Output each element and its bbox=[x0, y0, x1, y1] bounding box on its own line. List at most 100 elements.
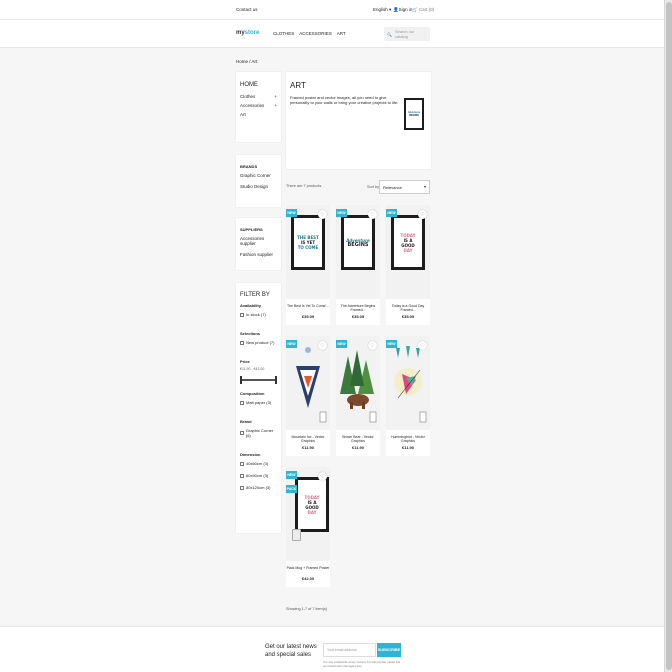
product-image[interactable] bbox=[336, 336, 380, 430]
product-name[interactable]: Today is a Good Day Framed... bbox=[386, 304, 430, 312]
poster-frame: THE BEST IS YET TO COME bbox=[291, 215, 325, 270]
product-name[interactable]: Pack Mug + Framed Poster bbox=[286, 566, 330, 570]
category-description: Framed poster and vector images, all you… bbox=[290, 95, 399, 105]
wishlist-heart-icon[interactable]: ♡ bbox=[318, 472, 327, 481]
product-image[interactable]: TODAY IS A GOOD DAY bbox=[386, 205, 430, 299]
newsletter-block: Get our latest news and special sales Yo… bbox=[0, 626, 664, 672]
product-card[interactable]: Adventure BEGINS NEW ♡ The Adventure Begi… bbox=[336, 205, 380, 325]
sort-dropdown[interactable]: Relevance ▾ bbox=[379, 180, 430, 194]
product-image[interactable] bbox=[386, 336, 430, 430]
search-input[interactable]: 🔍 Search our catalog bbox=[384, 27, 430, 41]
filter-option[interactable]: 60x90cm (3) bbox=[240, 473, 277, 478]
brands-block: BRANDS Graphic Corner Studio Design bbox=[236, 155, 281, 207]
product-card[interactable]: NEW ♡ Brown Bear - Vector Graphics €11.9… bbox=[336, 336, 380, 456]
product-card[interactable]: THE BEST IS YET TO COME NEW ♡ The Best Is … bbox=[286, 205, 330, 325]
expand-icon[interactable]: + bbox=[274, 94, 277, 99]
product-price: €42.00 bbox=[301, 576, 315, 581]
newsletter-title: Get our latest news and special sales bbox=[265, 644, 317, 658]
filter-option[interactable]: New product (7) bbox=[240, 340, 277, 345]
product-image[interactable]: Adventure BEGINS bbox=[336, 205, 380, 299]
brand-item[interactable]: Studio Design bbox=[240, 184, 277, 189]
category-item-accessories[interactable]: Accessories + bbox=[240, 103, 277, 108]
sign-in-link[interactable]: 👤Sign in bbox=[393, 7, 412, 13]
cart-link[interactable]: 🛒 Cart (0) bbox=[412, 7, 434, 13]
filter-block: FILTER BY Availability In stock (7) Sele… bbox=[236, 283, 281, 533]
menu-item-clothes[interactable]: CLOTHES bbox=[273, 31, 294, 36]
product-card[interactable]: TODAY IS A GOOD DAY NEW ♡ Today is a Good D… bbox=[386, 205, 430, 325]
bear-illustration bbox=[340, 350, 377, 423]
filter-label: Availability bbox=[240, 303, 261, 308]
subscribe-button[interactable]: SUBSCRIBE bbox=[377, 643, 401, 657]
checkbox[interactable] bbox=[240, 400, 244, 405]
store-logo[interactable]: mystore bbox=[236, 30, 259, 36]
main-header: mystore CLOTHES ACCESSORIES ART 🔍 Search… bbox=[0, 20, 664, 48]
product-price: €11.90 bbox=[351, 445, 364, 450]
product-name[interactable]: Hummingbird - Vector Graphics bbox=[386, 435, 430, 443]
mug-image bbox=[292, 529, 301, 541]
product-image[interactable]: TODAY IS A GOOD DAY bbox=[286, 467, 330, 561]
new-badge: NEW bbox=[386, 209, 397, 217]
filter-option[interactable]: Matt paper (3) bbox=[240, 400, 277, 405]
search-placeholder: Search our catalog bbox=[394, 29, 415, 39]
suppliers-title[interactable]: SUPPLIERS bbox=[240, 227, 277, 232]
filter-label: Dimension bbox=[240, 452, 261, 457]
expand-icon[interactable]: + bbox=[274, 103, 277, 108]
product-name[interactable]: Brown Bear - Vector Graphics bbox=[336, 435, 380, 443]
filter-title: FILTER BY bbox=[240, 292, 270, 298]
email-field[interactable]: Your email address bbox=[323, 643, 376, 657]
brands-title[interactable]: BRANDS bbox=[240, 164, 277, 169]
category-item-clothes[interactable]: Clothes + bbox=[240, 94, 277, 99]
product-price: €11.90 bbox=[401, 445, 414, 450]
product-name[interactable]: The Best Is Yet To Come'... bbox=[286, 304, 330, 308]
checkbox[interactable] bbox=[240, 340, 244, 345]
price-range-text: €11.90 - €42.00 bbox=[240, 367, 265, 371]
wishlist-heart-icon[interactable]: ♡ bbox=[318, 210, 327, 219]
category-item-art[interactable]: Art bbox=[240, 112, 277, 117]
language-label: English bbox=[373, 7, 388, 12]
price-label: Price bbox=[240, 359, 250, 364]
supplier-item[interactable]: Accessories supplier bbox=[240, 236, 277, 246]
checkbox[interactable] bbox=[240, 431, 244, 435]
wishlist-heart-icon[interactable]: ♡ bbox=[418, 210, 427, 219]
product-name[interactable]: Mountain fox - Vector Graphics bbox=[286, 435, 330, 443]
scrollbar-thumb[interactable] bbox=[666, 2, 672, 670]
category-title: ART bbox=[290, 81, 306, 90]
product-name[interactable]: The Adventure Begins Framed... bbox=[336, 304, 380, 312]
product-image[interactable]: THE BEST IS YET TO COME bbox=[286, 205, 330, 299]
wishlist-heart-icon[interactable]: ♡ bbox=[418, 341, 427, 350]
slider-handle-min[interactable] bbox=[240, 376, 242, 384]
price-slider[interactable] bbox=[240, 376, 277, 384]
poster-frame: Adventure BEGINS bbox=[341, 215, 375, 270]
filter-option[interactable]: In stock (7) bbox=[240, 312, 277, 317]
product-card[interactable]: NEW ♡ Mountain fox - Vector Graphics €11… bbox=[286, 336, 330, 456]
checkbox[interactable] bbox=[240, 485, 244, 490]
supplier-item[interactable]: Fashion supplier bbox=[240, 252, 277, 257]
product-price: €35.09 bbox=[301, 314, 315, 319]
brand-item[interactable]: Graphic Corner bbox=[240, 173, 277, 178]
menu-item-accessories[interactable]: ACCESSORIES bbox=[299, 31, 332, 36]
contact-us-link[interactable]: Contact us bbox=[236, 7, 258, 12]
checkbox[interactable] bbox=[240, 461, 244, 466]
filter-option[interactable]: 40x60cm (3) bbox=[240, 461, 277, 466]
category-home-title[interactable]: HOME bbox=[240, 82, 277, 88]
new-badge: NEW bbox=[386, 340, 397, 348]
language-selector[interactable]: English ▾ bbox=[373, 7, 391, 13]
product-image[interactable] bbox=[286, 336, 330, 430]
breadcrumb[interactable]: Home / Art bbox=[236, 59, 257, 64]
slider-handle-max[interactable] bbox=[275, 376, 277, 384]
menu-item-art[interactable]: ART bbox=[337, 31, 346, 36]
checkbox[interactable] bbox=[240, 312, 244, 317]
pack-badge: PACK bbox=[286, 485, 297, 493]
filter-option[interactable]: 80x120cm (3) bbox=[240, 485, 277, 490]
wishlist-heart-icon[interactable]: ♡ bbox=[368, 341, 377, 350]
checkbox[interactable] bbox=[240, 473, 244, 478]
wishlist-heart-icon[interactable]: ♡ bbox=[368, 210, 377, 219]
top-nav-bar: Contact us English ▾ 👤Sign in 🛒 Cart (0) bbox=[0, 0, 664, 20]
product-price: €35.09 bbox=[401, 314, 415, 319]
fox-illustration bbox=[296, 347, 327, 423]
product-card[interactable]: NEW ♡ Hummingbird - Vector Graphics €11.… bbox=[386, 336, 430, 456]
page-scrollbar[interactable] bbox=[664, 0, 672, 672]
filter-option[interactable]: Graphic Corner (6) bbox=[240, 428, 277, 438]
wishlist-heart-icon[interactable]: ♡ bbox=[318, 341, 327, 350]
product-card[interactable]: TODAY IS A GOOD DAY NEW PACK ♡ Pack Mug + F… bbox=[286, 467, 330, 587]
